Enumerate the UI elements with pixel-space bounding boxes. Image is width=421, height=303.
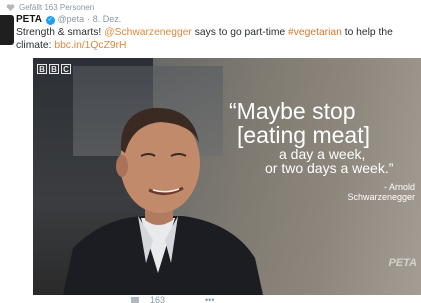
like-count: 163 (150, 295, 166, 303)
quote-overlay: “Maybe stop [eating meat] a day a week, … (229, 98, 419, 203)
logo-letter: C (61, 64, 71, 74)
bbc-logo: B B C (37, 64, 71, 74)
mention-link[interactable]: @Schwarzenegger (104, 27, 192, 38)
verified-icon: ✓ (45, 16, 55, 25)
media-image[interactable]: B B C “Maybe stop [eating meat] a day a … (33, 58, 421, 295)
attribution-line: Schwarzenegger (347, 192, 415, 202)
watermark-logo: PETA (388, 257, 417, 269)
quote-line: or two days a week.” (265, 160, 394, 176)
avatar[interactable] (0, 15, 14, 45)
hashtag-link[interactable]: #vegetarian (288, 27, 342, 38)
quote-line: “Maybe stop (229, 98, 356, 124)
quote-line: a day a week, (279, 146, 366, 162)
tweet-date[interactable]: 8. Dez. (93, 14, 122, 24)
tweet-text: Strength & smarts! @Schwarzenegger says … (16, 26, 416, 52)
social-context: Gefällt 163 Personen (6, 1, 94, 13)
quote-attribution: - Arnold Schwarzenegger (229, 182, 415, 202)
logo-letter: B (37, 64, 47, 74)
author-name[interactable]: PETA (16, 14, 42, 25)
attribution-line: - Arnold (383, 182, 415, 192)
tweet-header: PETA ✓ @peta · 8. Dez. (16, 14, 121, 25)
liked-by-text[interactable]: Gefällt 163 Personen (19, 3, 94, 12)
tweet-card: Gefällt 163 Personen PETA ✓ @peta · 8. D… (0, 0, 421, 303)
logo-letter: B (49, 64, 59, 74)
separator: · (86, 14, 90, 24)
tweet-text-part: Strength & smarts! (16, 27, 105, 38)
author-handle[interactable]: @peta (58, 14, 85, 24)
url-link[interactable]: bbc.in/1QcZ9rH (54, 40, 126, 51)
more-icon[interactable]: ••• (205, 295, 214, 303)
quote-line: [eating meat] (237, 122, 370, 148)
tweet-actions: 163 ••• (130, 295, 214, 303)
like-icon[interactable] (130, 296, 140, 303)
heart-icon (6, 3, 15, 11)
tweet-text-part: says to go part-time (191, 27, 289, 38)
